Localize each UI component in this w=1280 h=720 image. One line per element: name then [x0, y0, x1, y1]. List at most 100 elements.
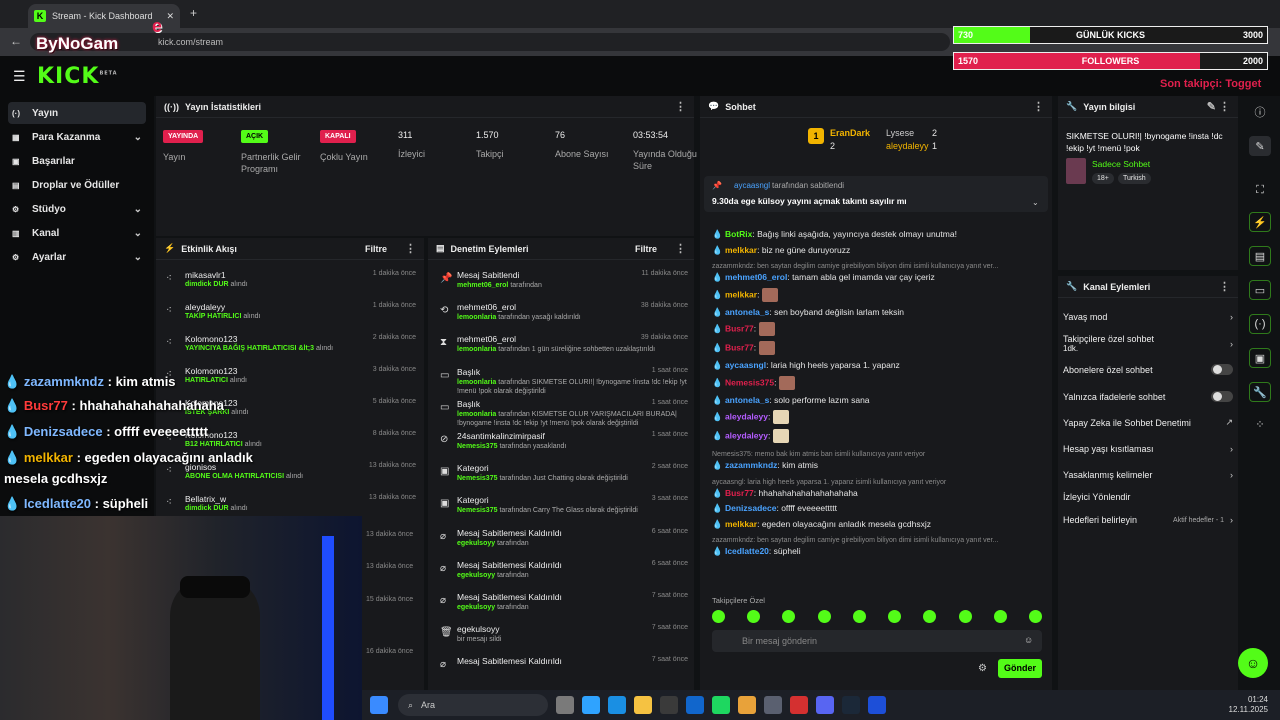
- back-icon[interactable]: ←: [10, 34, 22, 48]
- bg-app-icon[interactable]: [868, 696, 886, 714]
- file-explorer-icon[interactable]: [634, 696, 652, 714]
- chat-reply-context[interactable]: zazammkndz: ben saytan degilim camiye gi…: [712, 534, 1052, 544]
- spotify-icon[interactable]: [712, 696, 730, 714]
- more-icon[interactable]: ⋮: [405, 242, 416, 255]
- wrench-icon[interactable]: 🔧: [1249, 382, 1271, 402]
- store-icon[interactable]: [660, 696, 678, 714]
- moderation-item[interactable]: ▭ Başlık lemoonlaria tarafından KISMETSE O…: [436, 399, 692, 431]
- sidebar-item-5[interactable]: ▥ Kanal ⌄: [8, 222, 146, 244]
- taskbar-search[interactable]: ⌕ Ara: [398, 694, 548, 716]
- kick-logo[interactable]: KICKBETA: [37, 64, 118, 89]
- edge-icon[interactable]: [608, 696, 626, 714]
- chevron-down-icon[interactable]: ⌄: [134, 228, 142, 239]
- channel-action-item[interactable]: Takipçilere özel sohbet 1dk. ›: [1063, 334, 1233, 353]
- external-link-icon[interactable]: ↗: [1225, 417, 1233, 428]
- chat-reply-context[interactable]: Nemesis375: memo bak kim atmis ban isiml…: [712, 448, 1052, 458]
- emoji-icon[interactable]: ☺: [1024, 635, 1033, 645]
- activity-item[interactable]: ⁖ aleydaleyy TAKİP HATIRLICI alındı 1 dakik…: [162, 302, 420, 332]
- activity-item[interactable]: ⁖ Kolomono123 YAYINCIYA BAĞIŞ HATIRLATICIS…: [162, 334, 420, 364]
- chevron-right-icon[interactable]: ›: [1230, 515, 1233, 525]
- chat-icon[interactable]: ▭: [1249, 280, 1271, 300]
- chevron-right-icon[interactable]: ›: [1230, 444, 1233, 454]
- broadcast-icon[interactable]: (·): [1249, 314, 1271, 334]
- channel-action-item[interactable]: İzleyici Yönlendir: [1063, 492, 1233, 502]
- pencil-icon[interactable]: ✎: [1249, 136, 1271, 156]
- steam-icon[interactable]: [842, 696, 860, 714]
- channel-action-item[interactable]: Yapay Zeka ile Sohbet Denetimi ↗: [1063, 417, 1233, 428]
- chat-message[interactable]: 💧 melkkar: biz ne güne duruyoruzz: [712, 245, 1052, 256]
- channel-action-item[interactable]: Hesap yaşı kısıtlaması ›: [1063, 444, 1233, 454]
- info-icon[interactable]: ⓘ: [1249, 102, 1271, 122]
- windows-start-icon[interactable]: [370, 696, 388, 714]
- channel-action-item[interactable]: Yalnızca ifadelerle sohbet: [1063, 391, 1233, 402]
- moderation-item[interactable]: ⌀ Mesaj Sabitlemesi Kaldırıldı 7 saat önce: [436, 656, 692, 688]
- chevron-down-icon[interactable]: ⌄: [1032, 198, 1039, 207]
- sidebar-item-4[interactable]: ⚙ Stüdyo ⌄: [8, 198, 146, 220]
- outlook-icon[interactable]: [686, 696, 704, 714]
- top-gifter-3[interactable]: aleydaleyy: [886, 141, 929, 151]
- chat-message[interactable]: 💧 mehmet06_erol: tamam abla gel imamda v…: [712, 272, 1052, 283]
- activity-item[interactable]: ⁖ Kolomono123 HATIRLATICI alındı 3 dakika ö…: [162, 366, 420, 396]
- channel-action-item[interactable]: Hedefleri belirleyin Aktif hedefler - 1 ›: [1063, 515, 1233, 525]
- moderation-item[interactable]: ⊘ 24santimkalinzimirpasif Nemesis375 taraf…: [436, 431, 692, 463]
- chat-message[interactable]: 💧 Busr77:: [712, 341, 1052, 355]
- chat-reply-context[interactable]: zazammkndz: ben saytan degilim camiye gi…: [712, 260, 1052, 270]
- top-gifter-1[interactable]: EranDark: [830, 128, 870, 138]
- sidebar-item-6[interactable]: ⚙ Ayarlar ⌄: [8, 246, 146, 268]
- chevron-right-icon[interactable]: ›: [1230, 470, 1233, 480]
- filter-button[interactable]: Filtre: [365, 244, 387, 254]
- task-view-icon[interactable]: [556, 696, 574, 714]
- pinned-message[interactable]: 📌 aycaasngl tarafından sabitlendi 9.30da…: [704, 176, 1048, 212]
- chat-reply-context[interactable]: aycaasngl: laria high heels yaparsa 1. y…: [712, 476, 1052, 486]
- chat-message[interactable]: 💧 Denizsadece: offff eveeeettttt: [712, 503, 1052, 514]
- moderation-item[interactable]: ⌀ Mesaj Sabitlemesi Kaldırıldı egekulsoyy …: [436, 528, 692, 560]
- chevron-down-icon[interactable]: ⌄: [134, 132, 142, 143]
- chevron-right-icon[interactable]: ›: [1230, 312, 1233, 322]
- edit-icon[interactable]: ✎ ⋮: [1207, 100, 1230, 113]
- chat-message[interactable]: 💧 aycaasngl: laria high heels yaparsa 1.…: [712, 360, 1052, 371]
- chat-message[interactable]: 💧 aleydaleyy:: [712, 410, 1052, 424]
- more-icon[interactable]: ⋮: [675, 100, 686, 113]
- moderation-item[interactable]: ⟲ mehmet06_erol lemoonlaria tarafından yas…: [436, 302, 692, 334]
- chat-message[interactable]: 💧 zazammkndz: kim atmis: [712, 460, 1052, 471]
- moderation-item[interactable]: ⌀ Mesaj Sabitlemesi Kaldırıldı egekulsoyy …: [436, 592, 692, 624]
- chat-message[interactable]: 💧 Busr77:: [712, 322, 1052, 336]
- emote-bar[interactable]: [712, 610, 1042, 624]
- moderation-item[interactable]: ⌀ Mesaj Sabitlemesi Kaldırıldı egekulsoyy …: [436, 560, 692, 592]
- close-tab-icon[interactable]: ✕: [166, 11, 174, 22]
- menu-icon[interactable]: ☰: [13, 68, 26, 85]
- expand-icon[interactable]: ⛶: [1249, 180, 1271, 200]
- toggle-switch[interactable]: [1211, 364, 1233, 375]
- more-icon[interactable]: ⋮: [1033, 100, 1044, 113]
- grid-icon[interactable]: ⁘: [1249, 414, 1271, 434]
- help-chat-icon[interactable]: ☺: [1238, 648, 1268, 678]
- copilot-icon[interactable]: [582, 696, 600, 714]
- new-tab-icon[interactable]: +: [190, 6, 197, 20]
- chat-message[interactable]: 💧 melkkar:: [712, 287, 1052, 302]
- filter-button[interactable]: Filtre: [635, 244, 657, 254]
- moderation-item[interactable]: ▣ Kategori Nemesis375 tarafından Just Chat…: [436, 463, 692, 495]
- chat-message[interactable]: 💧 melkkar: egeden olayacağını anladık me…: [712, 519, 1052, 530]
- sidebar-item-0[interactable]: (·) Yayın: [8, 102, 146, 124]
- chrome-icon[interactable]: [738, 696, 756, 714]
- send-button[interactable]: Gönder: [998, 659, 1042, 678]
- top-gifter-2[interactable]: Lysese: [886, 128, 914, 138]
- sidebar-item-3[interactable]: ▤ Droplar ve Ödüller: [8, 174, 146, 196]
- chat-input[interactable]: Bir mesaj gönderin ☺: [712, 630, 1042, 652]
- chevron-right-icon[interactable]: ›: [1230, 339, 1233, 349]
- settings-icon[interactable]: ⚙: [978, 663, 987, 674]
- info-panel-icon[interactable]: ▣: [1249, 348, 1271, 368]
- channel-action-item[interactable]: Yasaklanmış kelimeler ›: [1063, 470, 1233, 480]
- activity-item[interactable]: ⁖ gionisos ABONE OLMA HATIRLATICISI alındı…: [162, 462, 420, 492]
- bolt-icon[interactable]: ⚡: [1249, 212, 1271, 232]
- chevron-down-icon[interactable]: ⌄: [134, 204, 142, 215]
- chat-message[interactable]: 💧 Busr77: hhahahahahahahahahaha: [712, 488, 1052, 499]
- chevron-down-icon[interactable]: ⌄: [134, 252, 142, 263]
- chat-message[interactable]: 💧 aleydaleyy:: [712, 429, 1052, 443]
- sidebar-item-2[interactable]: ▣ Başarılar: [8, 150, 146, 172]
- moderation-item[interactable]: 🗑 egekulsoyy bir mesajı sildi 7 saat önce: [436, 624, 692, 656]
- clock[interactable]: 01:24 12.11.2025: [1229, 695, 1268, 715]
- channel-action-item[interactable]: Yavaş mod ›: [1063, 312, 1233, 322]
- discord-icon[interactable]: [816, 696, 834, 714]
- chat-message[interactable]: 💧 antonela_s: solo performe lazım sana: [712, 395, 1052, 406]
